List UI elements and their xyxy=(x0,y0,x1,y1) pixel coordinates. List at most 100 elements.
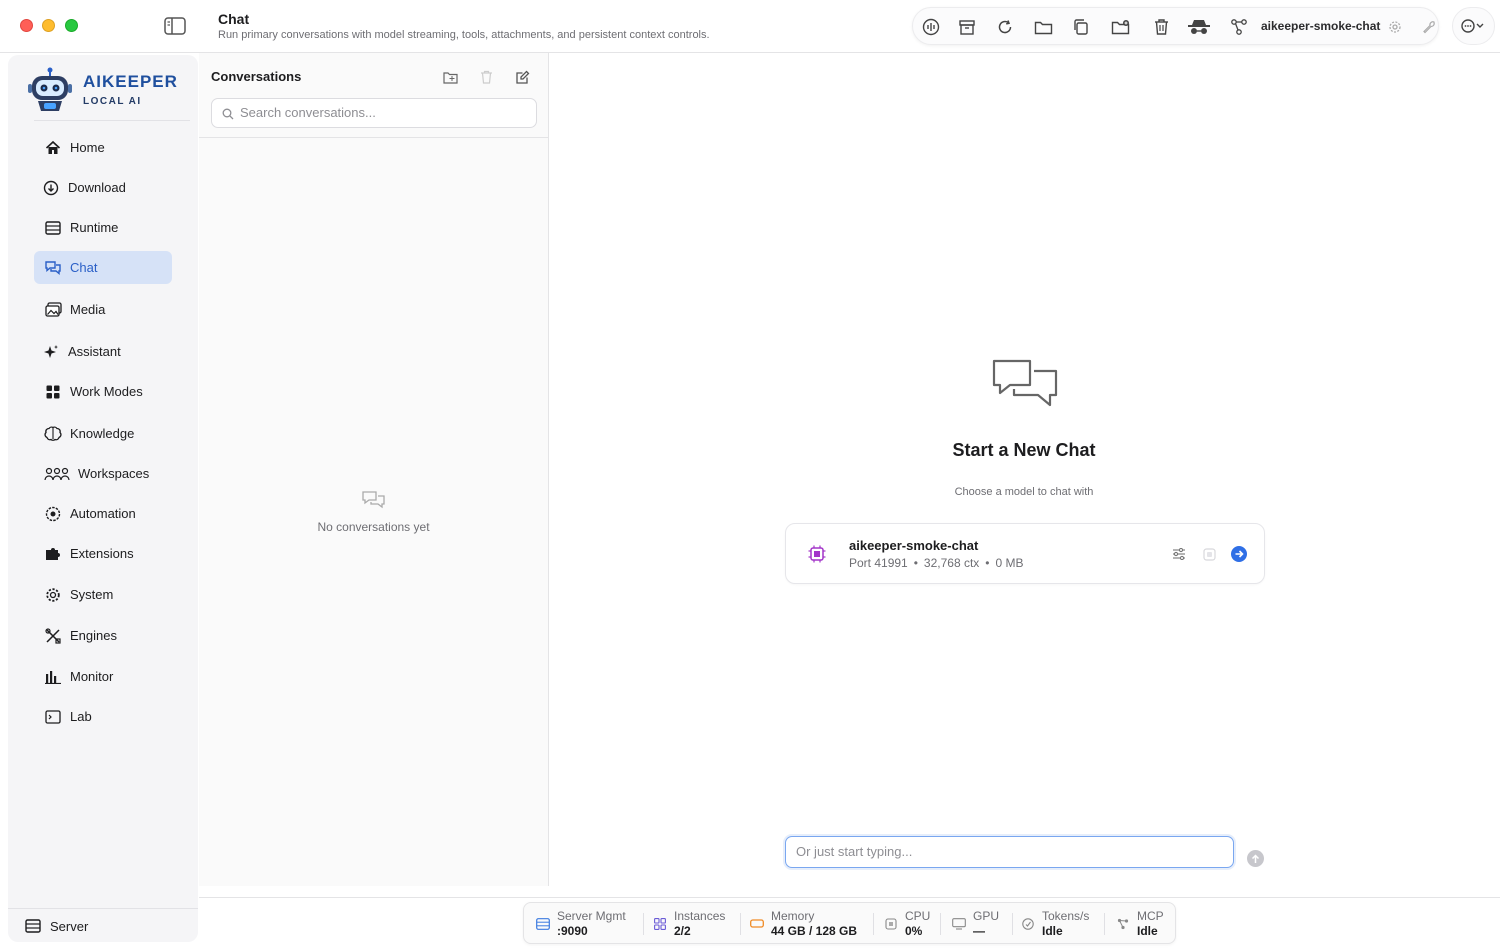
page-subtitle: Run primary conversations with model str… xyxy=(218,29,710,41)
sidebar-item-download[interactable]: Download xyxy=(34,171,172,204)
status-divider xyxy=(643,913,644,935)
sidebar-item-home[interactable]: Home xyxy=(34,131,172,164)
status-value: 2/2 xyxy=(674,924,691,938)
folder-icon[interactable] xyxy=(1033,17,1053,37)
bar-chart-icon xyxy=(44,668,62,686)
sidebar-item-label: Monitor xyxy=(70,669,114,684)
server-rack-icon xyxy=(536,917,550,931)
page-header: Chat Run primary conversations with mode… xyxy=(218,11,710,41)
status-tokens[interactable]: Tokens/s Idle xyxy=(1021,909,1101,939)
eye-gear-icon xyxy=(44,505,62,523)
sidebar-item-label: Lab xyxy=(70,709,92,724)
model-port: Port 41991 xyxy=(849,556,908,570)
sidebar-item-label: Engines xyxy=(70,628,117,643)
status-label: Instances xyxy=(674,909,726,923)
chip-icon xyxy=(808,545,826,563)
status-memory[interactable]: Memory 44 GB / 128 GB xyxy=(750,909,865,939)
status-divider xyxy=(1012,913,1013,935)
puzzle-icon xyxy=(44,545,62,563)
conversation-search xyxy=(211,98,537,128)
sidebar-item-assistant[interactable]: Assistant xyxy=(34,335,172,368)
brand-tagline: LOCAL AI xyxy=(83,96,142,107)
trash-icon[interactable] xyxy=(1151,17,1171,37)
sidebar-footer-divider xyxy=(8,908,198,909)
start-chat-arrow-icon[interactable] xyxy=(1231,546,1247,562)
minimize-window-button[interactable] xyxy=(42,19,55,32)
incognito-icon[interactable] xyxy=(1187,17,1211,37)
model-card[interactable]: aikeeper-smoke-chat Port 41991 • 32,768 ct… xyxy=(785,523,1265,584)
message-input[interactable] xyxy=(796,844,1216,859)
status-divider xyxy=(1104,913,1105,935)
sidebar-item-extensions[interactable]: Extensions xyxy=(34,537,172,570)
brand-logo: AIKEEPER LOCAL AI xyxy=(26,65,186,115)
network-icon[interactable] xyxy=(1229,17,1249,37)
sidebar-item-engines[interactable]: Engines xyxy=(34,619,172,652)
search-icon xyxy=(222,108,234,120)
status-mcp[interactable]: MCP Idle xyxy=(1116,909,1171,939)
terminal-icon xyxy=(44,708,62,726)
sidebar-item-work-modes[interactable]: Work Modes xyxy=(34,375,172,408)
new-chat-icon[interactable] xyxy=(514,69,530,85)
arrow-up-icon xyxy=(1251,853,1260,863)
gauge-icon xyxy=(1021,917,1035,931)
sidebar-item-label: Runtime xyxy=(70,220,119,235)
status-server[interactable]: Server Mgmt :9090 xyxy=(536,909,636,939)
wrench-icon[interactable] xyxy=(1419,17,1439,37)
sidebar-item-label: Media xyxy=(70,302,106,317)
refresh-icon[interactable] xyxy=(995,17,1015,37)
sidebar-item-label: Workspaces xyxy=(78,466,150,481)
brand-divider xyxy=(34,120,190,121)
gear-icon xyxy=(44,586,62,604)
composer xyxy=(785,836,1234,868)
sidebar-item-label: Extensions xyxy=(70,546,134,561)
folder-add-icon[interactable] xyxy=(442,69,458,85)
chip-icon xyxy=(884,917,898,931)
duplicate-icon[interactable] xyxy=(1071,17,1091,37)
server-rack-icon xyxy=(24,917,42,935)
send-button[interactable] xyxy=(1247,850,1264,867)
sidebar-item-automation[interactable]: Automation xyxy=(34,497,172,530)
stop-icon[interactable] xyxy=(1201,546,1217,562)
sliders-icon[interactable] xyxy=(1171,546,1187,562)
sidebar-item-knowledge[interactable]: Knowledge xyxy=(34,417,172,450)
status-cpu[interactable]: CPU 0% xyxy=(884,909,934,939)
toolbar-model-name[interactable]: aikeeper-smoke-chat xyxy=(1261,19,1380,33)
model-name: aikeeper-smoke-chat xyxy=(849,538,979,553)
start-chat-subheading: Choose a model to chat with xyxy=(954,486,1094,498)
status-value: — xyxy=(973,924,985,938)
robot-logo-icon xyxy=(28,67,72,111)
sidebar-item-chat[interactable]: Chat xyxy=(34,251,172,284)
sidebar-item-system[interactable]: System xyxy=(34,578,172,611)
trash-icon[interactable] xyxy=(478,69,494,85)
sidebar-item-monitor[interactable]: Monitor xyxy=(34,660,172,693)
search-input[interactable] xyxy=(240,105,530,120)
status-label: GPU xyxy=(973,909,1000,923)
people-icon xyxy=(44,465,70,483)
download-icon xyxy=(42,179,60,197)
close-window-button[interactable] xyxy=(20,19,33,32)
sidebar-item-runtime[interactable]: Runtime xyxy=(34,211,172,244)
sidebar-item-media[interactable]: Media xyxy=(34,293,172,326)
chat-bubbles-icon xyxy=(992,359,1058,407)
sidebar-item-label: Assistant xyxy=(68,344,121,359)
zoom-window-button[interactable] xyxy=(65,19,78,32)
chat-bubbles-icon xyxy=(44,259,62,277)
model-size: 0 MB xyxy=(995,556,1024,570)
sidebar-item-server[interactable]: Server xyxy=(24,917,88,935)
archive-icon[interactable] xyxy=(957,17,977,37)
waveform-icon[interactable] xyxy=(921,17,941,37)
status-gpu[interactable]: GPU — xyxy=(952,909,1007,939)
status-label: Tokens/s xyxy=(1042,909,1090,923)
status-value: Idle xyxy=(1137,924,1158,938)
profile-menu-button[interactable] xyxy=(1452,7,1495,45)
start-chat-heading: Start a New Chat xyxy=(952,440,1096,460)
sidebar-item-lab[interactable]: Lab xyxy=(34,700,172,733)
sidebar-item-workspaces[interactable]: Workspaces xyxy=(34,457,172,490)
sidebar-toggle-icon[interactable] xyxy=(164,17,186,35)
status-divider xyxy=(873,913,874,935)
folder-add-icon[interactable] xyxy=(1111,17,1131,37)
status-label: MCP xyxy=(1137,909,1164,923)
status-instances[interactable]: Instances 2/2 xyxy=(653,909,738,939)
gear-icon[interactable] xyxy=(1385,17,1405,37)
sidebar: AIKEEPER LOCAL AI Home Download Runtime … xyxy=(8,55,198,942)
